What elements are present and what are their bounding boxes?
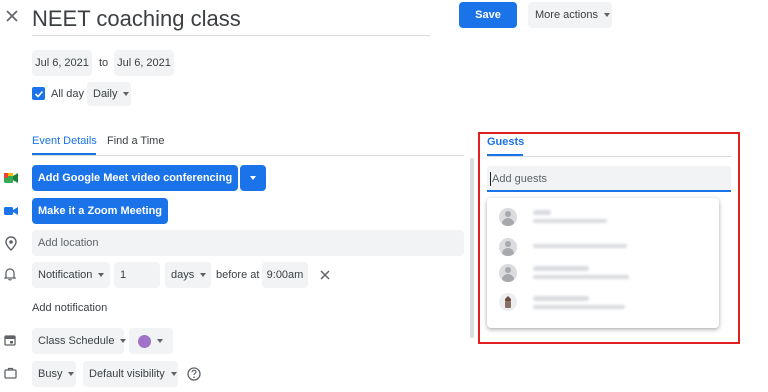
notification-time-input[interactable]: 9:00am (262, 262, 308, 288)
guest-suggestion[interactable] (487, 260, 719, 286)
tab-find-a-time[interactable]: Find a Time (107, 135, 164, 147)
notification-time: 9:00am (266, 269, 304, 281)
event-title-input[interactable]: NEET coaching class (32, 2, 430, 36)
google-meet-icon (4, 172, 18, 184)
bell-icon (3, 266, 17, 282)
chevron-down-icon (98, 273, 105, 277)
chevron-down-icon (120, 339, 127, 343)
details-scrollbar[interactable] (470, 158, 474, 338)
chevron-down-icon (68, 372, 75, 376)
more-actions-button[interactable]: More actions (528, 2, 612, 28)
guests-divider (487, 156, 731, 157)
event-title: NEET coaching class (32, 6, 241, 31)
to-label: to (99, 57, 109, 69)
blurred-contact-email (533, 275, 629, 279)
location-input[interactable]: Add location (32, 230, 464, 256)
end-date: Jul 6, 2021 (117, 57, 171, 69)
zoom-camera-icon (4, 205, 18, 217)
more-actions-label: More actions (535, 9, 598, 21)
add-guests-caret (490, 172, 491, 186)
notification-type-select[interactable]: Notification (32, 262, 110, 288)
tab-event-details[interactable]: Event Details (32, 135, 97, 147)
blurred-contact-name (533, 266, 589, 271)
busy-status: Busy (38, 368, 63, 380)
briefcase-icon (3, 366, 17, 380)
avatar-icon (499, 238, 517, 256)
calendar-icon (3, 333, 17, 347)
meet-options-dropdown[interactable] (240, 165, 266, 191)
blurred-contact-email (533, 244, 627, 248)
location-pin-icon (4, 235, 18, 251)
avatar-icon (499, 264, 517, 282)
close-icon[interactable] (4, 8, 20, 24)
add-guests-input[interactable]: Add guests (487, 166, 731, 192)
calendar-name: Class Schedule (38, 335, 115, 347)
blurred-contact-name (533, 210, 551, 215)
visibility-value: Default visibility (89, 368, 165, 380)
add-google-meet-button[interactable]: Add Google Meet video conferencing (32, 165, 238, 191)
all-day-checkbox[interactable] (32, 87, 45, 100)
chevron-down-icon (250, 176, 256, 180)
location-placeholder: Add location (38, 237, 99, 249)
notification-unit: days (171, 269, 195, 281)
add-guests-placeholder: Add guests (492, 173, 548, 185)
remove-notification-icon[interactable] (318, 268, 332, 282)
tabs-divider (32, 155, 464, 156)
notification-type: Notification (38, 269, 93, 281)
avatar-icon (499, 208, 517, 226)
busy-status-select[interactable]: Busy (32, 361, 76, 387)
event-color-select[interactable] (129, 328, 173, 354)
blurred-contact-name (533, 296, 589, 301)
repeat-select[interactable]: Daily (87, 82, 131, 106)
notification-amount-input[interactable]: 1 (114, 262, 160, 288)
save-label: Save (475, 9, 501, 21)
blurred-contact-email (533, 305, 625, 309)
before-at-label: before at (216, 269, 260, 281)
start-date-button[interactable]: Jul 6, 2021 (32, 50, 92, 76)
checkmark-icon (34, 90, 43, 98)
repeat-value: Daily (93, 88, 118, 100)
guest-suggestion[interactable] (487, 204, 719, 230)
chevron-down-icon (170, 372, 177, 376)
save-button[interactable]: Save (459, 2, 517, 28)
event-color-swatch (138, 334, 151, 348)
start-date: Jul 6, 2021 (35, 57, 89, 69)
help-icon[interactable] (186, 366, 201, 381)
chevron-down-icon (603, 13, 610, 17)
tab-guests[interactable]: Guests (487, 136, 524, 148)
all-day-label: All day (51, 88, 85, 100)
chevron-down-icon (123, 92, 130, 96)
add-notification-link[interactable]: Add notification (32, 302, 107, 314)
calendar-select[interactable]: Class Schedule (32, 328, 127, 354)
zoom-meeting-label: Make it a Zoom Meeting (37, 205, 163, 217)
zoom-meeting-button[interactable]: Make it a Zoom Meeting (32, 198, 168, 224)
chevron-down-icon (157, 339, 163, 343)
end-date-button[interactable]: Jul 6, 2021 (114, 50, 174, 76)
notification-amount: 1 (120, 269, 127, 281)
avatar-icon (499, 293, 517, 311)
guest-suggestion[interactable] (487, 234, 719, 260)
blurred-contact-email (533, 219, 607, 223)
notification-unit-select[interactable]: days (165, 262, 211, 288)
guest-suggestion[interactable] (487, 290, 719, 316)
add-google-meet-label: Add Google Meet video conferencing (37, 172, 233, 184)
guest-suggestions-dropdown (487, 198, 719, 328)
chevron-down-icon (200, 273, 207, 277)
visibility-select[interactable]: Default visibility (83, 361, 178, 387)
